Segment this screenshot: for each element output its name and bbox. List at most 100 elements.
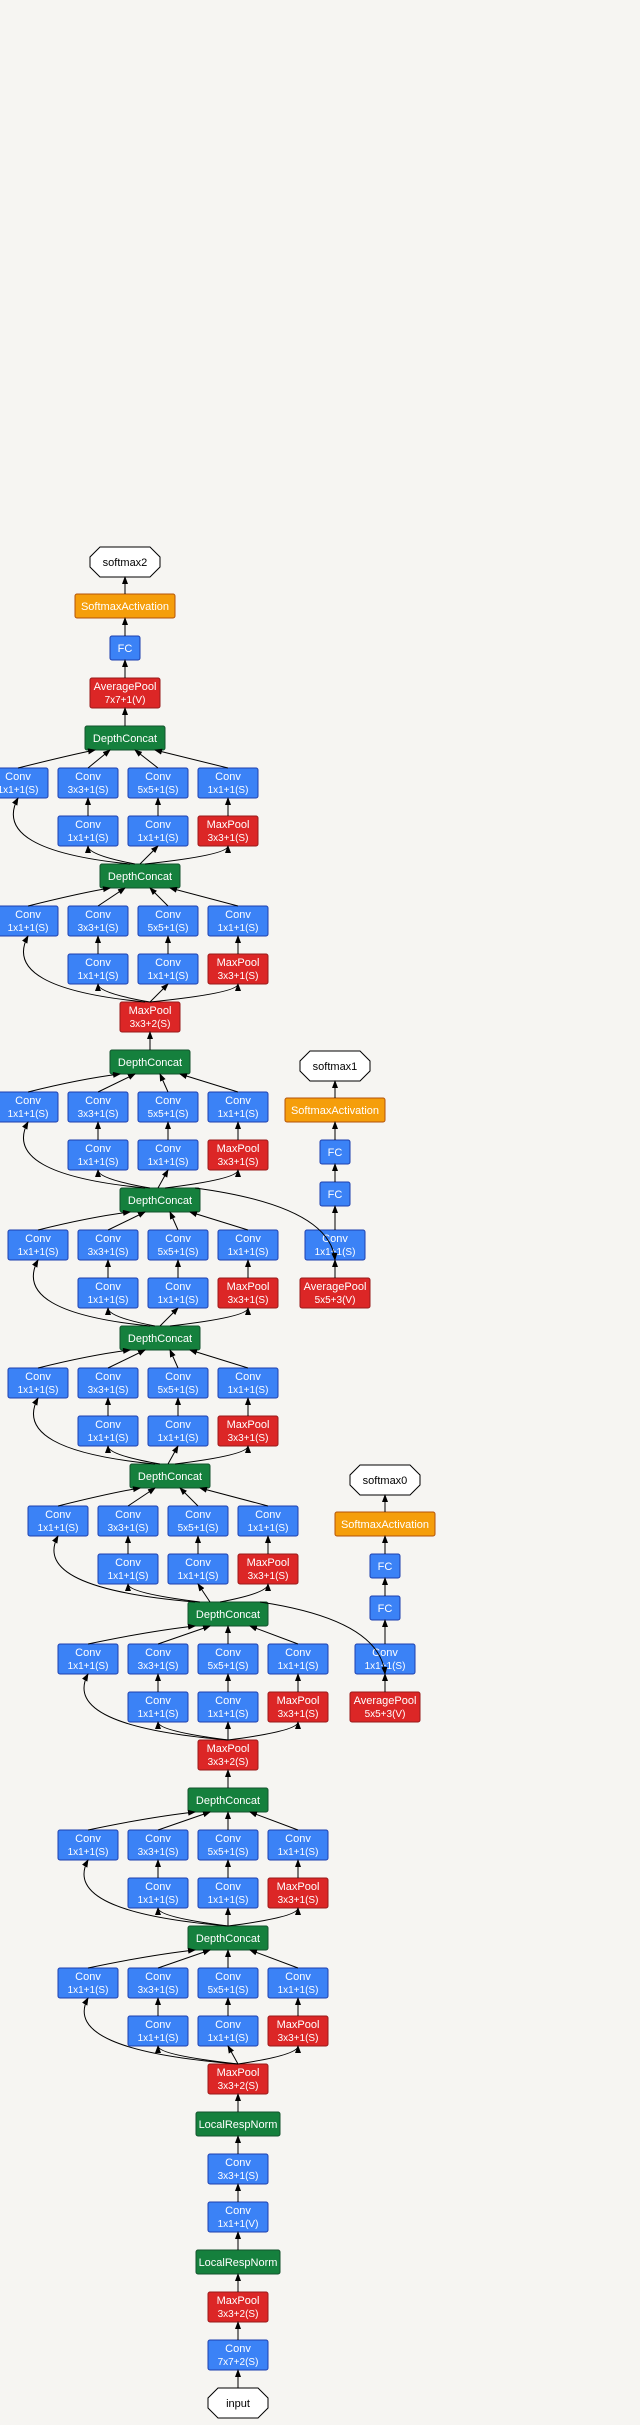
svg-text:1x1+1(S): 1x1+1(S) bbox=[88, 1433, 129, 1444]
svg-text:Conv: Conv bbox=[145, 1833, 171, 1845]
svg-text:5x5+1(S): 5x5+1(S) bbox=[208, 1847, 249, 1858]
svg-text:MaxPool: MaxPool bbox=[207, 1743, 250, 1755]
svg-text:Conv: Conv bbox=[95, 1419, 121, 1431]
svg-text:1x1+1(S): 1x1+1(S) bbox=[278, 1661, 319, 1672]
svg-text:DepthConcat: DepthConcat bbox=[196, 1795, 260, 1807]
svg-text:1x1+1(S): 1x1+1(S) bbox=[218, 923, 259, 934]
svg-text:3x3+2(S): 3x3+2(S) bbox=[130, 1019, 171, 1030]
inc6: Conv1x1+1(S) Conv1x1+1(S) MaxPool3x3+1(S… bbox=[8, 1188, 278, 1326]
svg-text:Conv: Conv bbox=[75, 1647, 101, 1659]
svg-text:MaxPool: MaxPool bbox=[277, 1695, 320, 1707]
svg-text:SoftmaxActivation: SoftmaxActivation bbox=[291, 1105, 379, 1117]
svg-text:MaxPool: MaxPool bbox=[217, 2067, 260, 2079]
svg-text:softmax1: softmax1 bbox=[313, 1061, 358, 1073]
conv-3x3: Conv 3x3+1(S) bbox=[208, 2154, 268, 2184]
maxpool-b: MaxPool 3x3+2(S) bbox=[208, 2064, 268, 2094]
svg-text:1x1+1(S): 1x1+1(S) bbox=[78, 1157, 119, 1168]
svg-text:1x1+1(S): 1x1+1(S) bbox=[138, 1895, 179, 1906]
aux1: AveragePool5x5+3(V) Conv1x1+1(S) FC FC S… bbox=[195, 1051, 385, 1308]
svg-text:Conv: Conv bbox=[185, 1509, 211, 1521]
svg-text:1x1+1(S): 1x1+1(S) bbox=[278, 1847, 319, 1858]
svg-text:1x1+1(V): 1x1+1(V) bbox=[218, 2219, 259, 2230]
svg-text:FC: FC bbox=[118, 643, 133, 655]
svg-text:1x1+1(S): 1x1+1(S) bbox=[138, 833, 179, 844]
avgpool: AveragePool7x7+1(V) bbox=[90, 678, 160, 708]
svg-text:SoftmaxActivation: SoftmaxActivation bbox=[341, 1519, 429, 1531]
svg-text:LocalRespNorm: LocalRespNorm bbox=[199, 2119, 278, 2131]
svg-text:MaxPool: MaxPool bbox=[217, 957, 260, 969]
svg-text:Conv: Conv bbox=[225, 2343, 251, 2355]
svg-text:Conv: Conv bbox=[145, 1647, 171, 1659]
svg-text:3x3+1(S): 3x3+1(S) bbox=[218, 971, 259, 982]
svg-text:AveragePool: AveragePool bbox=[304, 1281, 367, 1293]
svg-text:Conv: Conv bbox=[145, 819, 171, 831]
svg-text:MaxPool: MaxPool bbox=[217, 1143, 260, 1155]
svg-text:1x1+1(S): 1x1+1(S) bbox=[228, 1247, 269, 1258]
svg-text:1x1+1(S): 1x1+1(S) bbox=[78, 971, 119, 982]
conv-1x1-v: Conv 1x1+1(V) bbox=[208, 2202, 268, 2232]
svg-text:7x7+2(S): 7x7+2(S) bbox=[218, 2357, 259, 2368]
svg-text:MaxPool: MaxPool bbox=[247, 1557, 290, 1569]
svg-text:3x3+1(S): 3x3+1(S) bbox=[88, 1385, 129, 1396]
svg-text:3x3+1(S): 3x3+1(S) bbox=[78, 923, 119, 934]
svg-text:5x5+1(S): 5x5+1(S) bbox=[148, 1109, 189, 1120]
svg-text:Conv: Conv bbox=[5, 771, 31, 783]
svg-text:5x5+1(S): 5x5+1(S) bbox=[178, 1523, 219, 1534]
svg-text:MaxPool: MaxPool bbox=[129, 1005, 172, 1017]
svg-text:MaxPool: MaxPool bbox=[227, 1281, 270, 1293]
svg-text:Conv: Conv bbox=[85, 957, 111, 969]
svg-text:DepthConcat: DepthConcat bbox=[118, 1057, 182, 1069]
svg-text:DepthConcat: DepthConcat bbox=[128, 1333, 192, 1345]
svg-text:3x3+1(S): 3x3+1(S) bbox=[138, 1985, 179, 1996]
svg-text:Conv: Conv bbox=[165, 1419, 191, 1431]
inc9: Conv1x1+1(S) Conv1x1+1(S) MaxPool3x3+1(S… bbox=[0, 726, 258, 864]
svg-text:Conv: Conv bbox=[225, 2157, 251, 2169]
svg-text:3x3+2(S): 3x3+2(S) bbox=[218, 2081, 259, 2092]
svg-text:1x1+1(S): 1x1+1(S) bbox=[208, 1895, 249, 1906]
svg-text:Conv: Conv bbox=[215, 1971, 241, 1983]
svg-text:1x1+1(S): 1x1+1(S) bbox=[208, 2033, 249, 2044]
maxpool-c: MaxPool3x3+2(S) bbox=[198, 1740, 258, 1770]
svg-text:Conv: Conv bbox=[25, 1233, 51, 1245]
svg-text:7x7+1(V): 7x7+1(V) bbox=[105, 695, 146, 706]
svg-text:1x1+1(S): 1x1+1(S) bbox=[0, 785, 38, 796]
svg-text:Conv: Conv bbox=[225, 909, 251, 921]
svg-text:DepthConcat: DepthConcat bbox=[108, 871, 172, 883]
svg-text:1x1+1(S): 1x1+1(S) bbox=[18, 1247, 59, 1258]
svg-text:Conv: Conv bbox=[155, 1095, 181, 1107]
svg-text:1x1+1(S): 1x1+1(S) bbox=[208, 785, 249, 796]
maxpool-a: MaxPool 3x3+2(S) bbox=[208, 2292, 268, 2322]
svg-text:DepthConcat: DepthConcat bbox=[196, 1609, 260, 1621]
svg-text:LocalRespNorm: LocalRespNorm bbox=[199, 2257, 278, 2269]
svg-text:Conv: Conv bbox=[145, 1695, 171, 1707]
svg-text:Conv: Conv bbox=[255, 1509, 281, 1521]
svg-text:Conv: Conv bbox=[115, 1557, 141, 1569]
svg-text:1x1+1(S): 1x1+1(S) bbox=[148, 1157, 189, 1168]
svg-text:MaxPool: MaxPool bbox=[277, 2019, 320, 2031]
svg-text:1x1+1(S): 1x1+1(S) bbox=[68, 1661, 109, 1672]
svg-text:DepthConcat: DepthConcat bbox=[93, 733, 157, 745]
svg-text:3x3+1(S): 3x3+1(S) bbox=[248, 1571, 289, 1582]
svg-text:softmax2: softmax2 bbox=[103, 557, 148, 569]
svg-text:5x5+1(S): 5x5+1(S) bbox=[208, 1661, 249, 1672]
svg-text:5x5+1(S): 5x5+1(S) bbox=[158, 1385, 199, 1396]
svg-text:3x3+1(S): 3x3+1(S) bbox=[278, 1709, 319, 1720]
inc4: Conv1x1+1(S) Conv1x1+1(S) MaxPool3x3+1(S… bbox=[28, 1464, 298, 1602]
lrn-a: LocalRespNorm bbox=[196, 2250, 280, 2274]
svg-text:1x1+1(S): 1x1+1(S) bbox=[228, 1385, 269, 1396]
svg-text:Conv: Conv bbox=[145, 1971, 171, 1983]
svg-text:1x1+1(S): 1x1+1(S) bbox=[218, 1109, 259, 1120]
svg-text:1x1+1(S): 1x1+1(S) bbox=[158, 1433, 199, 1444]
svg-text:Conv: Conv bbox=[285, 1971, 311, 1983]
svg-text:FC: FC bbox=[328, 1189, 343, 1201]
svg-text:Conv: Conv bbox=[95, 1233, 121, 1245]
svg-text:5x5+1(S): 5x5+1(S) bbox=[138, 785, 179, 796]
svg-text:1x1+1(S): 1x1+1(S) bbox=[138, 1709, 179, 1720]
svg-text:Conv: Conv bbox=[285, 1833, 311, 1845]
svg-text:3x3+1(S): 3x3+1(S) bbox=[68, 785, 109, 796]
svg-text:Conv: Conv bbox=[85, 1095, 111, 1107]
svg-text:Conv: Conv bbox=[155, 909, 181, 921]
svg-text:1x1+1(S): 1x1+1(S) bbox=[18, 1385, 59, 1396]
svg-text:Conv: Conv bbox=[235, 1233, 261, 1245]
svg-text:FC: FC bbox=[378, 1603, 393, 1615]
